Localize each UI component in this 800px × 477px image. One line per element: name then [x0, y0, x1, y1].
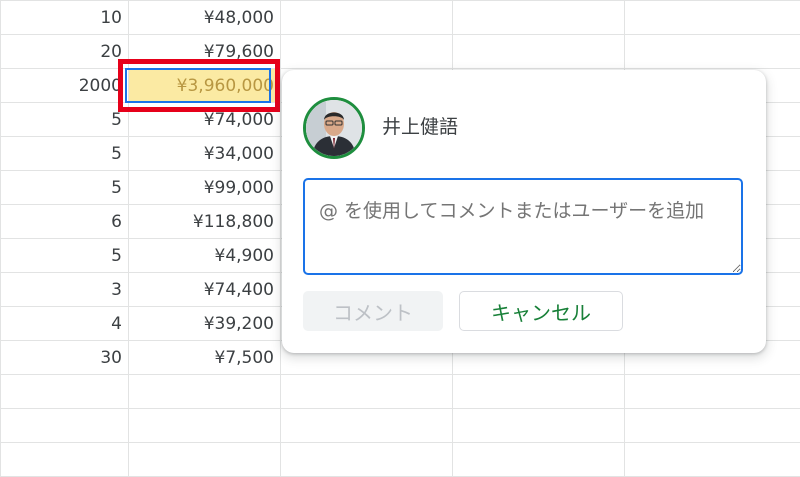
amount-cell[interactable]: ¥7,500 — [129, 341, 281, 375]
amount-cell-value: ¥34,000 — [204, 144, 274, 164]
quantity-cell-value: 2000 — [79, 76, 122, 96]
quantity-cell-value: 5 — [111, 110, 122, 130]
table-row — [1, 443, 800, 477]
quantity-cell-value: 10 — [100, 8, 122, 28]
user-avatar — [303, 97, 365, 159]
amount-cell[interactable]: ¥34,000 — [129, 137, 281, 171]
empty-cell[interactable] — [281, 443, 453, 477]
amount-cell[interactable]: ¥48,000 — [129, 1, 281, 35]
amount-cell[interactable] — [129, 443, 281, 477]
amount-cell-value: ¥7,500 — [215, 348, 274, 368]
amount-cell-value: ¥79,600 — [204, 42, 274, 62]
amount-cell[interactable]: ¥39,200 — [129, 307, 281, 341]
quantity-cell[interactable]: 5 — [1, 171, 129, 205]
amount-cell-value: ¥39,200 — [204, 314, 274, 334]
quantity-cell[interactable]: 20 — [1, 35, 129, 69]
empty-cell[interactable] — [281, 1, 453, 35]
quantity-cell[interactable]: 2000 — [1, 69, 129, 103]
empty-cell[interactable] — [281, 409, 453, 443]
amount-cell[interactable]: ¥74,000 — [129, 103, 281, 137]
empty-cell[interactable] — [453, 35, 625, 69]
amount-cell[interactable] — [129, 409, 281, 443]
quantity-cell-value: 30 — [100, 348, 122, 368]
quantity-cell[interactable]: 4 — [1, 307, 129, 341]
amount-cell-value: ¥4,900 — [215, 246, 274, 266]
amount-cell[interactable]: ¥99,000 — [129, 171, 281, 205]
amount-cell[interactable]: ¥74,400 — [129, 273, 281, 307]
quantity-cell[interactable]: 5 — [1, 239, 129, 273]
table-row — [1, 375, 800, 409]
empty-cell[interactable] — [281, 375, 453, 409]
table-row: 20 ¥79,600 — [1, 35, 800, 69]
amount-cell[interactable]: ¥79,600 — [129, 35, 281, 69]
amount-cell-value: ¥99,000 — [204, 178, 274, 198]
quantity-cell[interactable]: 5 — [1, 137, 129, 171]
quantity-cell[interactable]: 10 — [1, 1, 129, 35]
quantity-cell[interactable] — [1, 409, 129, 443]
quantity-cell-value: 5 — [111, 178, 122, 198]
empty-cell[interactable] — [281, 35, 453, 69]
amount-cell-value: ¥118,800 — [193, 212, 274, 232]
comment-submit-button[interactable]: コメント — [303, 291, 443, 331]
quantity-cell-value: 6 — [111, 212, 122, 232]
empty-cell[interactable] — [625, 35, 800, 69]
quantity-cell-value: 20 — [100, 42, 122, 62]
cancel-button[interactable]: キャンセル — [459, 291, 623, 331]
comment-input[interactable] — [303, 178, 743, 275]
empty-cell[interactable] — [625, 375, 800, 409]
quantity-cell[interactable] — [1, 443, 129, 477]
quantity-cell-value: 5 — [111, 144, 122, 164]
table-row — [1, 409, 800, 443]
quantity-cell[interactable]: 3 — [1, 273, 129, 307]
amount-cell-value: ¥74,000 — [204, 110, 274, 130]
empty-cell[interactable] — [453, 375, 625, 409]
amount-cell-value: ¥3,960,000 — [177, 76, 274, 96]
comment-user-name: 井上健語 — [382, 112, 458, 139]
empty-cell[interactable] — [453, 409, 625, 443]
amount-cell-value: ¥74,400 — [204, 280, 274, 300]
empty-cell[interactable] — [625, 409, 800, 443]
empty-cell[interactable] — [453, 1, 625, 35]
quantity-cell[interactable] — [1, 375, 129, 409]
amount-cell[interactable]: ¥4,900 — [129, 239, 281, 273]
empty-cell[interactable] — [625, 443, 800, 477]
quantity-cell[interactable]: 6 — [1, 205, 129, 239]
selected-amount-cell[interactable]: ¥3,960,000 — [129, 69, 281, 103]
table-row: 10 ¥48,000 — [1, 1, 800, 35]
avatar-photo-icon — [306, 100, 362, 156]
quantity-cell-value: 5 — [111, 246, 122, 266]
comment-popup: 井上健語 コメント キャンセル — [282, 70, 766, 353]
amount-cell[interactable]: ¥118,800 — [129, 205, 281, 239]
empty-cell[interactable] — [453, 443, 625, 477]
empty-cell[interactable] — [625, 1, 800, 35]
amount-cell-value: ¥48,000 — [204, 8, 274, 28]
amount-cell[interactable] — [129, 375, 281, 409]
quantity-cell-value: 3 — [111, 280, 122, 300]
quantity-cell[interactable]: 5 — [1, 103, 129, 137]
quantity-cell[interactable]: 30 — [1, 341, 129, 375]
quantity-cell-value: 4 — [111, 314, 122, 334]
